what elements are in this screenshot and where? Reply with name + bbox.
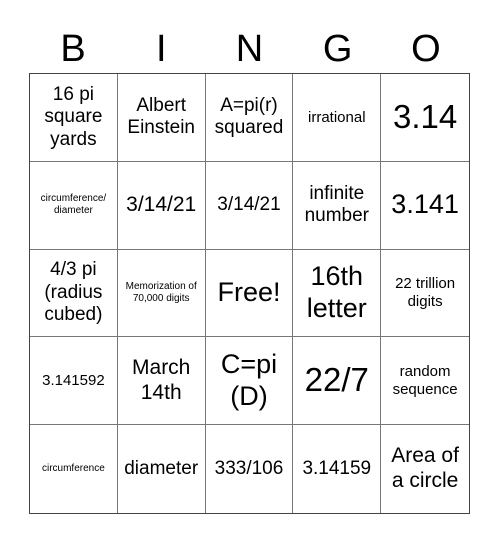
bingo-cell[interactable]: Albert Einstein bbox=[117, 74, 206, 162]
bingo-cell[interactable]: random sequence bbox=[381, 337, 469, 426]
header-letter-n: N bbox=[235, 28, 264, 70]
bingo-cell[interactable]: Memorization of 70,000 digits bbox=[117, 249, 206, 338]
bingo-cell[interactable]: March 14th bbox=[117, 337, 206, 426]
bingo-cell-free[interactable]: Free! bbox=[205, 249, 294, 338]
bingo-card: 16 pi square yards Albert Einstein A=pi(r)… bbox=[29, 73, 470, 514]
bingo-cell[interactable]: A=pi(r) squared bbox=[205, 74, 294, 162]
bingo-cell[interactable]: diameter bbox=[118, 425, 206, 513]
bingo-cell[interactable]: 16 pi square yards bbox=[30, 74, 118, 162]
bingo-cell[interactable]: 3/14/21 bbox=[117, 161, 206, 250]
bingo-cell[interactable]: 22 trillion digits bbox=[381, 250, 469, 338]
header-letter-g: G bbox=[322, 28, 353, 70]
header-letter-o: O bbox=[411, 28, 441, 70]
bingo-cell[interactable]: irrational bbox=[293, 74, 382, 162]
bingo-header: B I N G O bbox=[29, 26, 470, 72]
bingo-cell[interactable]: C=pi (D) bbox=[205, 337, 294, 426]
bingo-cell[interactable]: 3.141592 bbox=[30, 337, 118, 426]
bingo-cell[interactable]: 3/14/21 bbox=[205, 161, 294, 250]
header-letter-b: B bbox=[60, 28, 86, 70]
bingo-cell[interactable]: 22/7 bbox=[293, 337, 382, 426]
bingo-cell[interactable]: 3.14159 bbox=[293, 425, 382, 513]
bingo-cell[interactable]: circumference/ diameter bbox=[30, 161, 118, 250]
bingo-cell[interactable]: 3.14 bbox=[381, 74, 469, 162]
bingo-cell[interactable]: Area of a circle bbox=[381, 425, 469, 513]
bingo-cell[interactable]: infinite number bbox=[293, 161, 382, 250]
header-letter-i: I bbox=[156, 28, 167, 70]
bingo-cell[interactable]: 16th letter bbox=[293, 249, 382, 338]
bingo-cell[interactable]: circumference bbox=[30, 425, 118, 513]
bingo-cell[interactable]: 4/3 pi (radius cubed) bbox=[30, 249, 118, 338]
bingo-cell[interactable]: 3.141 bbox=[381, 162, 469, 250]
bingo-cell[interactable]: 333/106 bbox=[206, 425, 294, 513]
